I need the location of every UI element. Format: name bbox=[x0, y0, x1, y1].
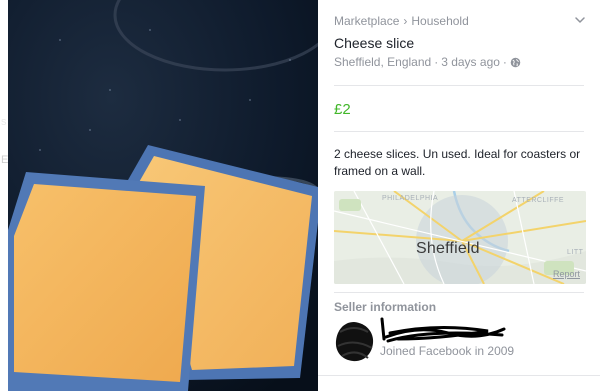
seller-name-redacted[interactable] bbox=[378, 317, 508, 343]
map-city-label: Sheffield bbox=[416, 240, 480, 257]
map-report-link[interactable]: Report bbox=[553, 269, 580, 279]
map-area-label: PHILADELPHIA bbox=[382, 195, 439, 202]
seller-avatar[interactable] bbox=[332, 320, 376, 364]
listing-location[interactable]: Sheffield, England bbox=[334, 55, 431, 69]
side-text-2: E bbox=[1, 154, 9, 166]
listing-title: Cheese slice bbox=[334, 35, 415, 51]
breadcrumb: Marketplace › Household bbox=[334, 14, 469, 28]
divider bbox=[318, 375, 600, 376]
globe-icon bbox=[510, 57, 521, 67]
divider bbox=[334, 85, 584, 86]
divider bbox=[334, 292, 584, 293]
breadcrumb-household[interactable]: Household bbox=[411, 14, 468, 28]
location-map[interactable]: PHILADELPHIA ATTERCLIFFE LITT Sheffield … bbox=[334, 191, 586, 284]
divider bbox=[334, 131, 584, 132]
meta-separator-2: · bbox=[502, 55, 507, 69]
listing-description: 2 cheese slices. Un used. Ideal for coas… bbox=[334, 147, 581, 178]
meta-separator: · bbox=[434, 55, 439, 69]
chevron-down-icon[interactable] bbox=[574, 14, 586, 26]
listing-posted-time: 3 days ago bbox=[441, 55, 500, 69]
listing-meta: Sheffield, England · 3 days ago · bbox=[334, 55, 521, 69]
side-text-1: s bbox=[1, 116, 7, 128]
cheese-slice-front bbox=[8, 172, 205, 391]
breadcrumb-separator: › bbox=[403, 14, 408, 28]
cheese-slices-image bbox=[0, 0, 318, 391]
map-area-label: LITT bbox=[567, 249, 584, 256]
photo-edge bbox=[0, 0, 8, 391]
map-area-label: ATTERCLIFFE bbox=[512, 197, 565, 204]
seller-heading: Seller information bbox=[334, 300, 437, 314]
listing-price: £2 bbox=[334, 101, 351, 118]
map-graphic bbox=[334, 191, 586, 284]
seller-joined-date: Joined Facebook in 2009 bbox=[380, 344, 515, 358]
breadcrumb-marketplace[interactable]: Marketplace bbox=[334, 14, 399, 28]
listing-photo[interactable]: s E bbox=[0, 0, 318, 391]
listing-details: Marketplace › Household Cheese slice She… bbox=[318, 0, 600, 391]
